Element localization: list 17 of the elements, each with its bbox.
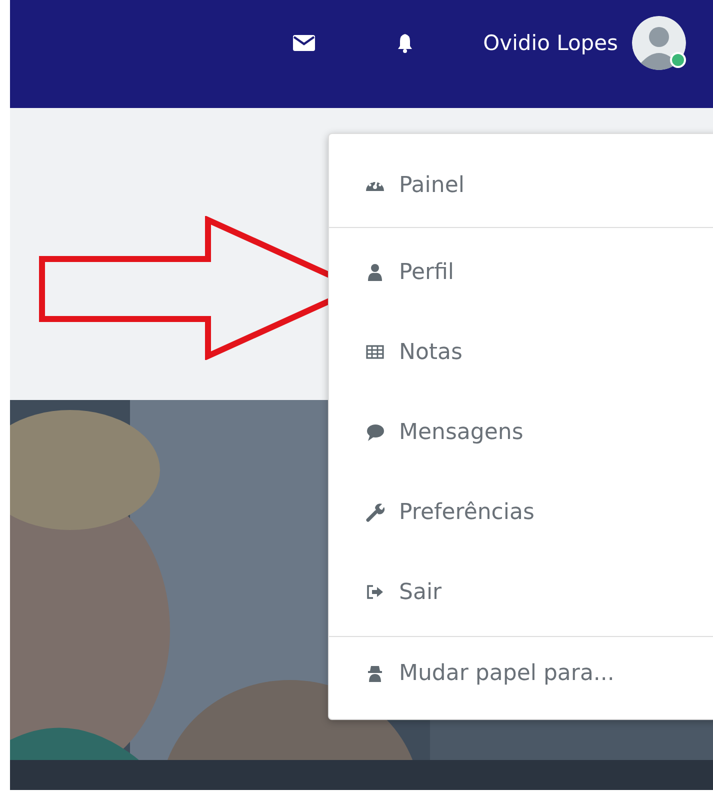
- wrench-icon: [365, 502, 385, 522]
- table-icon: [365, 342, 385, 362]
- menu-item[interactable]: Sair: [329, 552, 713, 632]
- menu-item[interactable]: Notas: [329, 312, 713, 392]
- user-icon: [365, 262, 385, 282]
- mail-icon[interactable]: [293, 35, 316, 51]
- menu-item[interactable]: Painel: [329, 148, 713, 223]
- menu-item[interactable]: Mudar papel para...: [329, 641, 713, 705]
- user-mask-icon: [365, 663, 385, 683]
- menu-item[interactable]: Preferências: [329, 472, 713, 552]
- avatar[interactable]: [632, 16, 686, 70]
- menu-item[interactable]: Perfil: [329, 232, 713, 312]
- sign-out-icon: [365, 582, 385, 602]
- menu-item[interactable]: Mensagens: [329, 392, 713, 472]
- bell-icon[interactable]: [397, 33, 414, 53]
- user-name[interactable]: Ovidio Lopes: [483, 31, 618, 55]
- speech-bubble-icon: [365, 422, 385, 442]
